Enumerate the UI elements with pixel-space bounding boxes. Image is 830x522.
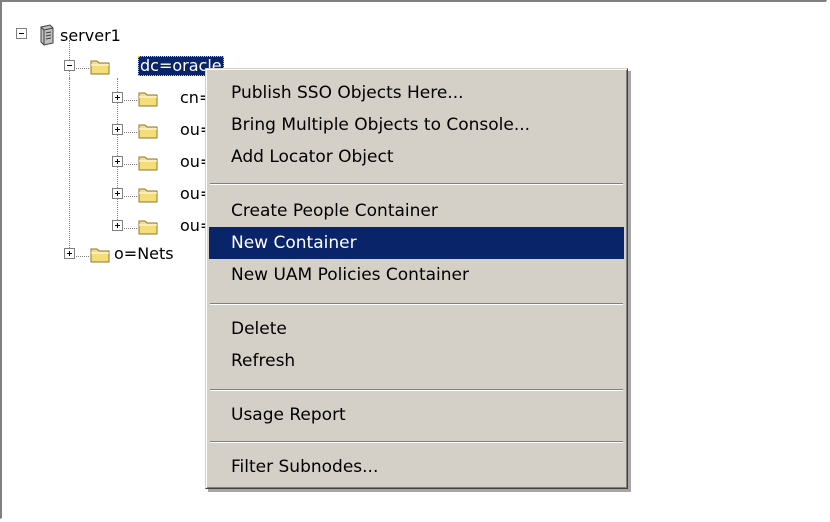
menu-item-filter-subnodes[interactable]: Filter Subnodes... (209, 451, 624, 483)
menu-item-usage-report[interactable]: Usage Report (209, 399, 624, 431)
folder-icon (90, 248, 110, 263)
menu-item-new-uam-policies-container[interactable]: New UAM Policies Container (209, 259, 624, 291)
menu-item-add-locator-object[interactable]: Add Locator Object (209, 141, 624, 173)
menu-separator (210, 303, 623, 305)
context-menu: Publish SSO Objects Here... Bring Multip… (205, 68, 628, 489)
expand-toggle[interactable] (112, 188, 123, 199)
collapse-toggle[interactable] (16, 28, 27, 39)
menu-separator (210, 183, 623, 185)
menu-item-publish-sso[interactable]: Publish SSO Objects Here... (209, 77, 624, 109)
menu-item-delete[interactable]: Delete (209, 313, 624, 345)
collapse-toggle[interactable] (64, 60, 75, 71)
folder-icon (138, 124, 158, 139)
folder-icon (138, 92, 158, 107)
folder-icon (138, 188, 158, 203)
tree-node-server1[interactable]: server1 (60, 26, 121, 46)
menu-item-create-people-container[interactable]: Create People Container (209, 195, 624, 227)
folder-icon (138, 220, 158, 235)
menu-item-refresh[interactable]: Refresh (209, 345, 624, 377)
menu-item-bring-multiple-objects[interactable]: Bring Multiple Objects to Console... (209, 109, 624, 141)
menu-item-new-container[interactable]: New Container (209, 227, 624, 259)
folder-icon (138, 156, 158, 171)
expand-toggle[interactable] (112, 124, 123, 135)
expand-toggle[interactable] (64, 248, 75, 259)
expand-toggle[interactable] (112, 92, 123, 103)
menu-separator (210, 441, 623, 443)
tree-line (69, 78, 70, 256)
expand-toggle[interactable] (112, 156, 123, 167)
expand-toggle[interactable] (112, 220, 123, 231)
tree-node[interactable]: o=Nets (114, 244, 174, 264)
menu-separator (210, 389, 623, 391)
server-icon (40, 24, 54, 46)
folder-icon (90, 60, 110, 75)
